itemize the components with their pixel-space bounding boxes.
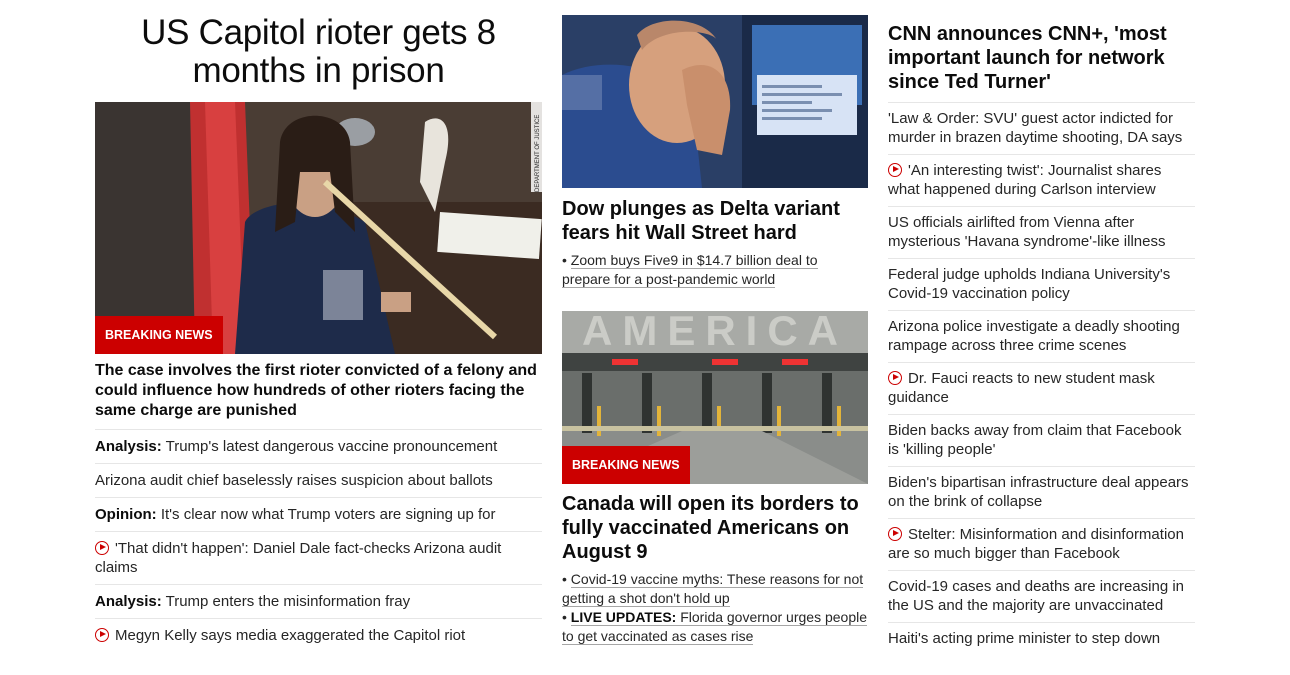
- canada-headline[interactable]: Canada will open its borders to fully va…: [562, 492, 868, 564]
- opinion-kicker: Opinion:: [95, 506, 157, 523]
- zoom-subheadline[interactable]: • Zoom buys Five9 in $14.7 billion deal …: [562, 251, 868, 289]
- headline-list: 'Law & Order: SVU' guest actor indicted …: [888, 102, 1195, 655]
- live-updates-subheadline[interactable]: • LIVE UPDATES: Florida governor urges p…: [562, 608, 868, 646]
- dow-story-photo[interactable]: [562, 15, 868, 188]
- photo-watermark: DEPARTMENT OF JUSTICE: [535, 114, 541, 192]
- list-item[interactable]: Haiti's acting prime minister to step do…: [888, 622, 1195, 655]
- vaccine-myths-subheadline[interactable]: • Covid-19 vaccine myths: These reasons …: [562, 570, 868, 608]
- bullet: •: [562, 571, 571, 587]
- list-item-text[interactable]: Biden backs away from claim that Faceboo…: [888, 422, 1181, 458]
- lead-description[interactable]: The case involves the first rioter convi…: [95, 361, 542, 421]
- list-item-text[interactable]: It's clear now what Trump voters are sig…: [157, 506, 496, 523]
- lead-story-column: US Capitol rioter gets 8 months in priso…: [95, 0, 542, 652]
- list-item[interactable]: Analysis: Trump's latest dangerous vacci…: [95, 429, 542, 463]
- photo-sign-text: AMERICA: [582, 311, 848, 354]
- subheadline-link[interactable]: Zoom buys Five9 in $14.7 billion deal to…: [562, 252, 818, 288]
- list-item[interactable]: Analysis: Trump enters the misinformatio…: [95, 584, 542, 618]
- list-item-text[interactable]: Stelter: Misinformation and disinformati…: [888, 526, 1184, 562]
- cnn-plus-headline[interactable]: CNN announces CNN+, 'most important laun…: [888, 22, 1195, 94]
- list-item[interactable]: 'An interesting twist': Journalist share…: [888, 154, 1195, 206]
- live-updates-kicker: LIVE UPDATES:: [570, 609, 677, 625]
- list-item[interactable]: Arizona audit chief baselessly raises su…: [95, 463, 542, 497]
- list-item-text[interactable]: Covid-19 cases and deaths are increasing…: [888, 578, 1184, 614]
- list-item-text[interactable]: 'Law & Order: SVU' guest actor indicted …: [888, 110, 1182, 146]
- list-item-text[interactable]: US officials airlifted from Vienna after…: [888, 214, 1166, 250]
- analysis-kicker: Analysis:: [95, 593, 162, 610]
- list-item-text[interactable]: Haiti's acting prime minister to step do…: [888, 630, 1160, 647]
- canada-border-photo[interactable]: AMERICA BREAKING NEWS: [562, 311, 868, 484]
- dow-headline[interactable]: Dow plunges as Delta variant fears hit W…: [562, 197, 868, 245]
- list-item[interactable]: Dr. Fauci reacts to new student mask gui…: [888, 362, 1195, 414]
- list-item-text[interactable]: 'An interesting twist': Journalist share…: [888, 162, 1161, 198]
- list-item[interactable]: 'Law & Order: SVU' guest actor indicted …: [888, 102, 1195, 154]
- list-item-text[interactable]: Arizona audit chief baselessly raises su…: [95, 472, 493, 489]
- list-item-text[interactable]: Biden's bipartisan infrastructure deal a…: [888, 474, 1189, 510]
- list-item-text[interactable]: Trump enters the misinformation fray: [162, 593, 411, 610]
- list-item[interactable]: Megyn Kelly says media exaggerated the C…: [95, 618, 542, 652]
- list-item-text[interactable]: Dr. Fauci reacts to new student mask gui…: [888, 370, 1155, 406]
- list-item[interactable]: US officials airlifted from Vienna after…: [888, 206, 1195, 258]
- bullet: •: [562, 609, 571, 625]
- lead-related-list: Analysis: Trump's latest dangerous vacci…: [95, 429, 542, 652]
- subheadline-link[interactable]: LIVE UPDATES: Florida governor urges peo…: [562, 609, 867, 645]
- play-circle-icon: [95, 628, 109, 642]
- trader-photo: [562, 15, 868, 188]
- play-circle-icon: [888, 163, 902, 177]
- list-item[interactable]: Biden backs away from claim that Faceboo…: [888, 414, 1195, 466]
- list-item-text[interactable]: Megyn Kelly says media exaggerated the C…: [115, 627, 465, 644]
- middle-column: Dow plunges as Delta variant fears hit W…: [562, 0, 868, 646]
- lead-headline[interactable]: US Capitol rioter gets 8 months in priso…: [95, 14, 542, 90]
- list-item[interactable]: Opinion: It's clear now what Trump voter…: [95, 497, 542, 531]
- subheadline-link[interactable]: Covid-19 vaccine myths: These reasons fo…: [562, 571, 864, 607]
- list-item[interactable]: Federal judge upholds Indiana University…: [888, 258, 1195, 310]
- bullet: •: [562, 252, 571, 268]
- list-item-text[interactable]: Trump's latest dangerous vaccine pronoun…: [162, 438, 498, 455]
- play-circle-icon: [888, 371, 902, 385]
- list-item[interactable]: Stelter: Misinformation and disinformati…: [888, 518, 1195, 570]
- analysis-kicker: Analysis:: [95, 438, 162, 455]
- list-item[interactable]: 'That didn't happen': Daniel Dale fact-c…: [95, 531, 542, 584]
- list-item[interactable]: Arizona police investigate a deadly shoo…: [888, 310, 1195, 362]
- list-item[interactable]: Covid-19 cases and deaths are increasing…: [888, 570, 1195, 622]
- breaking-news-badge: BREAKING NEWS: [562, 446, 690, 484]
- list-item-text[interactable]: 'That didn't happen': Daniel Dale fact-c…: [95, 540, 501, 576]
- list-item-text[interactable]: Arizona police investigate a deadly shoo…: [888, 318, 1180, 354]
- list-item[interactable]: Biden's bipartisan infrastructure deal a…: [888, 466, 1195, 518]
- right-column: CNN announces CNN+, 'most important laun…: [888, 0, 1195, 655]
- play-circle-icon: [95, 541, 109, 555]
- play-circle-icon: [888, 527, 902, 541]
- breaking-news-badge: BREAKING NEWS: [95, 316, 223, 354]
- lead-photo[interactable]: DEPARTMENT OF JUSTICE BREAKING NEWS: [95, 102, 542, 354]
- list-item-text[interactable]: Federal judge upholds Indiana University…: [888, 266, 1170, 302]
